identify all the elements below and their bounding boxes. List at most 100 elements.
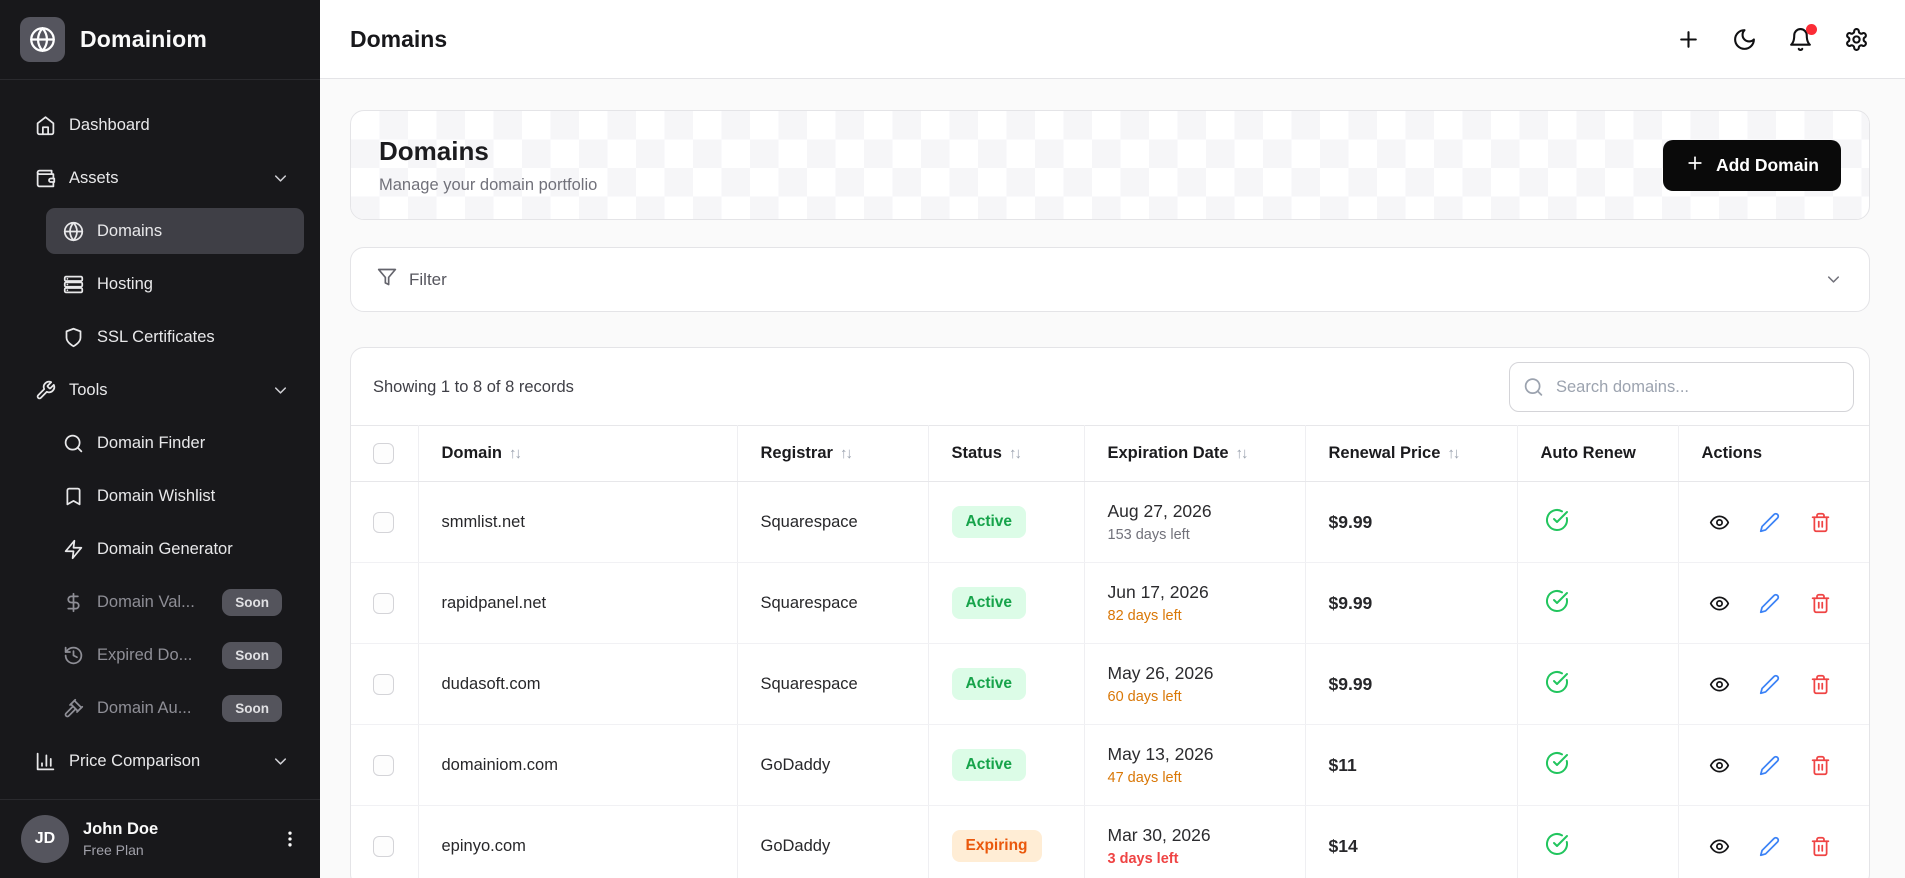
domain-cell: epinyo.com bbox=[418, 805, 738, 878]
column-header-domain[interactable]: Domain ↑↓ bbox=[418, 425, 738, 482]
delete-button[interactable] bbox=[1810, 674, 1831, 695]
sidebar-item-price-comparison[interactable]: Price Comparison bbox=[16, 738, 304, 784]
expiration-date: May 13, 2026 bbox=[1107, 744, 1214, 764]
edit-button[interactable] bbox=[1759, 674, 1780, 695]
sidebar-item-label: Domains bbox=[97, 221, 163, 240]
theme-toggle-button[interactable] bbox=[1732, 27, 1757, 52]
plus-icon bbox=[1685, 153, 1705, 178]
sidebar-item-label: Domain Au... bbox=[97, 698, 192, 717]
sidebar-item-domain-wishlist[interactable]: Domain Wishlist bbox=[46, 473, 304, 519]
sidebar-item-label: SSL Certificates bbox=[97, 327, 215, 346]
sort-icon: ↑↓ bbox=[1235, 445, 1249, 462]
sidebar-item-tools[interactable]: Tools bbox=[16, 367, 304, 413]
sidebar-item-domain-auctions: Domain Au... Soon bbox=[46, 685, 304, 731]
sidebar-item-assets[interactable]: Assets bbox=[16, 155, 304, 201]
domain-cell: rapidpanel.net bbox=[418, 562, 738, 644]
user-menu-button[interactable] bbox=[280, 829, 300, 849]
gear-icon bbox=[1844, 27, 1869, 52]
sidebar-nav: Dashboard Assets Domains Hosting SSL Certifi… bbox=[0, 80, 320, 799]
domain-cell: dudasoft.com bbox=[418, 643, 738, 725]
edit-button[interactable] bbox=[1759, 836, 1780, 857]
delete-button[interactable] bbox=[1810, 593, 1831, 614]
column-header-renewal-price[interactable]: Renewal Price ↑↓ bbox=[1305, 425, 1518, 482]
column-header-actions: Actions bbox=[1678, 425, 1869, 482]
add-button[interactable] bbox=[1676, 27, 1701, 52]
table-row: domainiom.com GoDaddy Active May 13, 202… bbox=[351, 724, 1869, 806]
hero-card: Domains Manage your domain portfolio Add… bbox=[350, 110, 1870, 220]
column-header-registrar[interactable]: Registrar ↑↓ bbox=[737, 425, 929, 482]
auto-renew-check-icon bbox=[1545, 751, 1569, 775]
auto-renew-check-icon bbox=[1545, 670, 1569, 694]
sort-icon: ↑↓ bbox=[1008, 445, 1022, 462]
delete-button[interactable] bbox=[1810, 512, 1831, 533]
sidebar-item-ssl-certificates[interactable]: SSL Certificates bbox=[46, 314, 304, 360]
view-button[interactable] bbox=[1709, 674, 1730, 695]
domains-table-card: Showing 1 to 8 of 8 records Domain↑↓Regi… bbox=[350, 347, 1870, 878]
filter-bar[interactable]: Filter bbox=[350, 247, 1870, 312]
moon-icon bbox=[1732, 27, 1757, 52]
settings-button[interactable] bbox=[1844, 27, 1869, 52]
domains-table: Domain ↑↓ Registrar ↑↓ Status ↑↓ Expiration Da… bbox=[351, 425, 1869, 878]
table-row: dudasoft.com Squarespace Active May 26, … bbox=[351, 643, 1869, 725]
auto-renew-check-icon bbox=[1545, 589, 1569, 613]
sidebar-item-domains[interactable]: Domains bbox=[46, 208, 304, 254]
user-name: John Doe bbox=[83, 820, 159, 838]
delete-button[interactable] bbox=[1810, 755, 1831, 776]
chevron-down-icon bbox=[1824, 270, 1843, 289]
sidebar-item-label: Price Comparison bbox=[69, 751, 201, 770]
row-checkbox[interactable] bbox=[373, 673, 394, 695]
globe-logo-icon bbox=[20, 17, 65, 62]
delete-button[interactable] bbox=[1810, 836, 1831, 857]
row-checkbox[interactable] bbox=[373, 511, 394, 533]
filter-label: Filter bbox=[409, 269, 447, 289]
notifications-button[interactable] bbox=[1788, 23, 1817, 52]
registrar-cell: Squarespace bbox=[737, 643, 929, 725]
server-icon bbox=[63, 274, 84, 295]
sidebar-item-label: Domain Generator bbox=[97, 539, 233, 558]
expiration-date: Mar 30, 2026 bbox=[1107, 825, 1211, 845]
sidebar-item-label: Domain Finder bbox=[97, 433, 206, 452]
chevron-down-icon bbox=[271, 169, 290, 188]
renewal-price: $9.99 bbox=[1328, 592, 1373, 613]
sidebar-item-label: Domain Val... bbox=[97, 592, 195, 611]
sidebar-item-domain-generator[interactable]: Domain Generator bbox=[46, 526, 304, 572]
row-checkbox[interactable] bbox=[373, 835, 394, 857]
search-icon bbox=[1523, 377, 1544, 398]
view-button[interactable] bbox=[1709, 755, 1730, 776]
column-header-expiration-date[interactable]: Expiration Date ↑↓ bbox=[1084, 425, 1306, 482]
sidebar-item-dashboard[interactable]: Dashboard bbox=[16, 102, 304, 148]
table-row: smmlist.net Squarespace Active Aug 27, 2… bbox=[351, 481, 1869, 563]
column-header-auto-renew: Auto Renew bbox=[1517, 425, 1679, 482]
page-title: Domains bbox=[350, 25, 448, 52]
search-domains-input[interactable] bbox=[1509, 362, 1854, 412]
dollar-icon bbox=[63, 592, 84, 613]
edit-button[interactable] bbox=[1759, 755, 1780, 776]
app-name: Domainiom bbox=[80, 26, 208, 52]
content: Domains Manage your domain portfolio Add… bbox=[320, 79, 1905, 878]
select-all-checkbox[interactable] bbox=[373, 443, 394, 464]
column-header-status[interactable]: Status ↑↓ bbox=[928, 425, 1085, 482]
soon-badge: Soon bbox=[222, 694, 282, 722]
sidebar-item-label: Assets bbox=[69, 168, 119, 187]
sidebar-item-domain-finder[interactable]: Domain Finder bbox=[46, 420, 304, 466]
add-domain-button[interactable]: Add Domain bbox=[1662, 139, 1841, 191]
sidebar-item-hosting[interactable]: Hosting bbox=[46, 261, 304, 307]
view-button[interactable] bbox=[1709, 593, 1730, 614]
row-checkbox[interactable] bbox=[373, 592, 394, 614]
user-plan: Free Plan bbox=[83, 842, 144, 858]
expiration-date: May 26, 2026 bbox=[1107, 663, 1214, 683]
domain-cell: smmlist.net bbox=[418, 481, 738, 563]
sidebar-item-label: Tools bbox=[69, 380, 108, 399]
edit-button[interactable] bbox=[1759, 593, 1780, 614]
table-body: smmlist.net Squarespace Active Aug 27, 2… bbox=[351, 481, 1869, 878]
view-button[interactable] bbox=[1709, 512, 1730, 533]
sidebar: Domainiom Dashboard Assets Domains Hosting S… bbox=[0, 0, 320, 878]
registrar-cell: Squarespace bbox=[737, 481, 929, 563]
globe-icon bbox=[63, 221, 84, 242]
status-badge: Active bbox=[951, 587, 1027, 619]
edit-button[interactable] bbox=[1759, 512, 1780, 533]
user-section[interactable]: JD John Doe Free Plan bbox=[0, 799, 320, 878]
row-checkbox[interactable] bbox=[373, 754, 394, 776]
renewal-price: $9.99 bbox=[1328, 673, 1373, 694]
view-button[interactable] bbox=[1709, 836, 1730, 857]
